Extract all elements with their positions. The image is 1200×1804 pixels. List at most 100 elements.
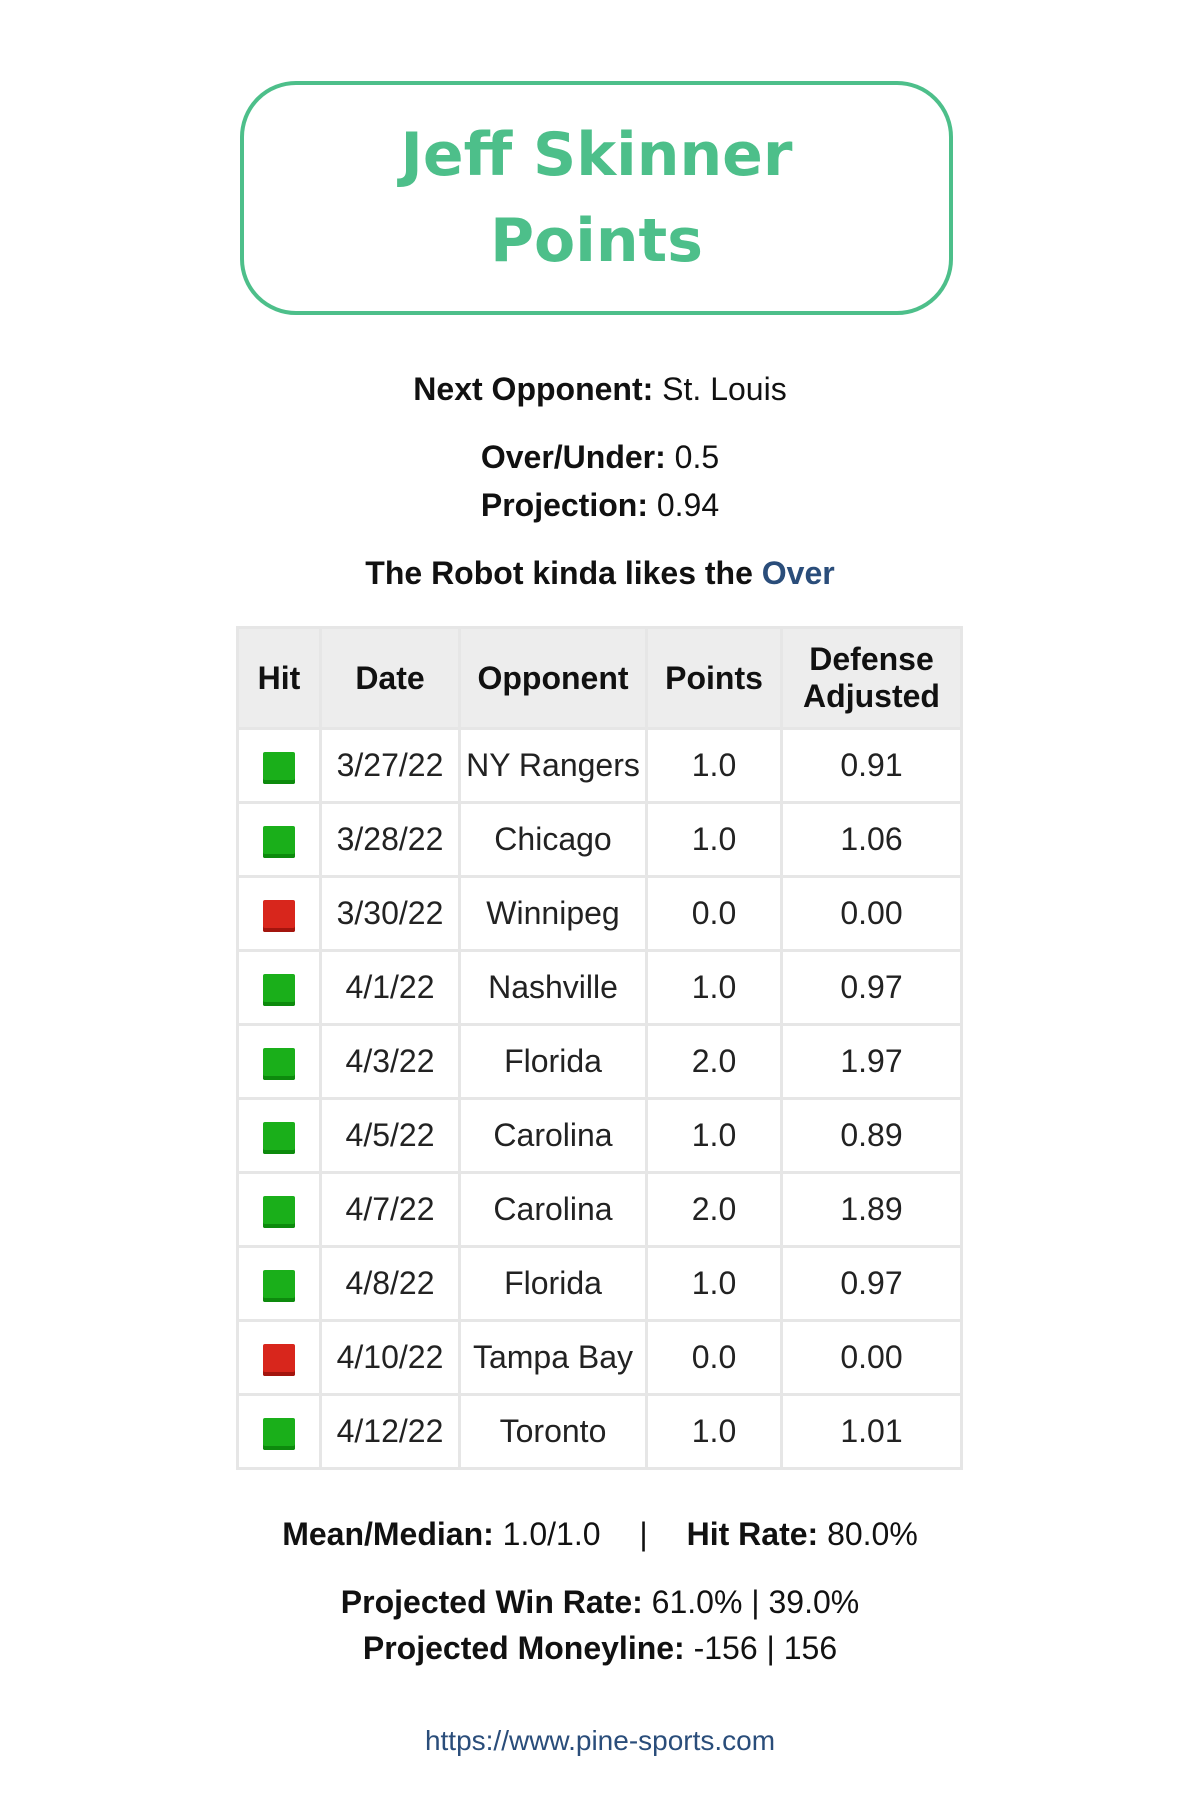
opponent-cell: Nashville: [461, 952, 645, 1023]
hit-marker-icon: [263, 1269, 295, 1302]
projection-line: Projection: 0.94: [0, 485, 1200, 525]
moneyline-line: Projected Moneyline: -156 | 156: [0, 1628, 1200, 1668]
opponent-cell: Chicago: [461, 804, 645, 875]
opponent-cell: Winnipeg: [461, 878, 645, 949]
over-under-value: 0.5: [674, 439, 720, 475]
projection-label: Projection:: [480, 487, 648, 523]
site-url[interactable]: https://www.pine-sports.com: [0, 1725, 1200, 1757]
table-row: 4/12/22 Toronto 1.0 1.01: [239, 1396, 960, 1467]
date-cell: 3/30/22: [322, 878, 458, 949]
hit-marker-icon: [263, 1047, 295, 1080]
hit-cell: [239, 730, 319, 801]
date-cell: 4/8/22: [322, 1248, 458, 1319]
next-opponent-line: Next Opponent: St. Louis: [0, 369, 1200, 409]
miss-marker-icon: [263, 1343, 295, 1376]
hit-cell: [239, 952, 319, 1023]
hit-marker-icon: [263, 751, 295, 784]
moneyline-value: -156 | 156: [693, 1630, 838, 1666]
defense-adjusted-cell: 0.00: [783, 1322, 960, 1393]
defense-adjusted-cell: 1.89: [783, 1174, 960, 1245]
hit-marker-icon: [263, 825, 295, 858]
hit-cell: [239, 1100, 319, 1171]
header-opponent: Opponent: [461, 629, 645, 727]
defense-adjusted-cell: 1.97: [783, 1026, 960, 1097]
hit-marker-icon: [263, 973, 295, 1006]
hit-marker-icon: [263, 1195, 295, 1228]
hit-cell: [239, 1322, 319, 1393]
defense-adjusted-cell: 0.91: [783, 730, 960, 801]
table-row: 3/30/22 Winnipeg 0.0 0.00: [239, 878, 960, 949]
mean-hit-line: Mean/Median: 1.0/1.0 | Hit Rate: 80.0%: [0, 1514, 1200, 1554]
over-under-line: Over/Under: 0.5: [0, 437, 1200, 477]
next-opponent-label: Next Opponent:: [413, 371, 654, 407]
date-cell: 4/10/22: [322, 1322, 458, 1393]
points-cell: 1.0: [648, 1100, 780, 1171]
defense-adjusted-cell: 0.89: [783, 1100, 960, 1171]
table-row: 4/8/22 Florida 1.0 0.97: [239, 1248, 960, 1319]
header-defense-adjusted: Defense Adjusted: [783, 629, 960, 727]
points-cell: 2.0: [648, 1026, 780, 1097]
win-rate-label: Projected Win Rate:: [340, 1584, 643, 1620]
date-cell: 4/1/22: [322, 952, 458, 1023]
over-under-label: Over/Under:: [480, 439, 666, 475]
win-rate-line: Projected Win Rate: 61.0% | 39.0%: [0, 1582, 1200, 1622]
defense-adjusted-cell: 0.00: [783, 878, 960, 949]
points-cell: 0.0: [648, 1322, 780, 1393]
verdict-line: The Robot kinda likes the Over: [0, 553, 1200, 593]
table-header-row: Hit Date Opponent Points Defense Adjuste…: [239, 629, 960, 727]
miss-marker-icon: [263, 899, 295, 932]
hit-cell: [239, 804, 319, 875]
date-cell: 4/3/22: [322, 1026, 458, 1097]
date-cell: 4/5/22: [322, 1100, 458, 1171]
opponent-cell: Toronto: [461, 1396, 645, 1467]
header-points: Points: [648, 629, 780, 727]
player-name: Jeff Skinner: [400, 120, 793, 190]
verdict-side: Over: [761, 555, 835, 591]
hit-rate-value: 80.0%: [827, 1516, 918, 1552]
hit-cell: [239, 878, 319, 949]
stats-separator: |: [639, 1516, 648, 1552]
header-hit: Hit: [239, 629, 319, 727]
mean-median-label: Mean/Median:: [282, 1516, 494, 1552]
hit-cell: [239, 1248, 319, 1319]
mean-median-value: 1.0/1.0: [502, 1516, 601, 1552]
hit-cell: [239, 1026, 319, 1097]
opponent-cell: Tampa Bay: [461, 1322, 645, 1393]
points-cell: 2.0: [648, 1174, 780, 1245]
points-cell: 1.0: [648, 1248, 780, 1319]
defense-adjusted-cell: 0.97: [783, 1248, 960, 1319]
date-cell: 4/12/22: [322, 1396, 458, 1467]
hit-marker-icon: [263, 1121, 295, 1154]
opponent-cell: NY Rangers: [461, 730, 645, 801]
hit-cell: [239, 1174, 319, 1245]
table-row: 4/7/22 Carolina 2.0 1.89: [239, 1174, 960, 1245]
header-date: Date: [322, 629, 458, 727]
hit-rate-label: Hit Rate:: [686, 1516, 819, 1552]
table-row: 4/5/22 Carolina 1.0 0.89: [239, 1100, 960, 1171]
points-cell: 1.0: [648, 1396, 780, 1467]
defense-adjusted-cell: 1.06: [783, 804, 960, 875]
verdict-prefix: The Robot kinda likes the: [365, 555, 753, 591]
hit-marker-icon: [263, 1417, 295, 1450]
win-rate-value: 61.0% | 39.0%: [651, 1584, 860, 1620]
projection-value: 0.94: [656, 487, 720, 523]
market-name: Points: [490, 206, 703, 276]
date-cell: 3/27/22: [322, 730, 458, 801]
next-opponent-value: St. Louis: [662, 371, 787, 407]
title-card: Jeff Skinner Points: [240, 81, 953, 315]
points-cell: 1.0: [648, 730, 780, 801]
table-row: 4/3/22 Florida 2.0 1.97: [239, 1026, 960, 1097]
points-cell: 0.0: [648, 878, 780, 949]
date-cell: 3/28/22: [322, 804, 458, 875]
defense-adjusted-cell: 0.97: [783, 952, 960, 1023]
defense-adjusted-cell: 1.01: [783, 1396, 960, 1467]
header-defense-adjusted-text: Defense Adjusted: [803, 641, 940, 714]
hit-cell: [239, 1396, 319, 1467]
table-row: 3/27/22 NY Rangers 1.0 0.91: [239, 730, 960, 801]
opponent-cell: Carolina: [461, 1174, 645, 1245]
points-cell: 1.0: [648, 952, 780, 1023]
date-cell: 4/7/22: [322, 1174, 458, 1245]
table-row: 4/1/22 Nashville 1.0 0.97: [239, 952, 960, 1023]
moneyline-label: Projected Moneyline:: [362, 1630, 685, 1666]
table-row: 3/28/22 Chicago 1.0 1.06: [239, 804, 960, 875]
